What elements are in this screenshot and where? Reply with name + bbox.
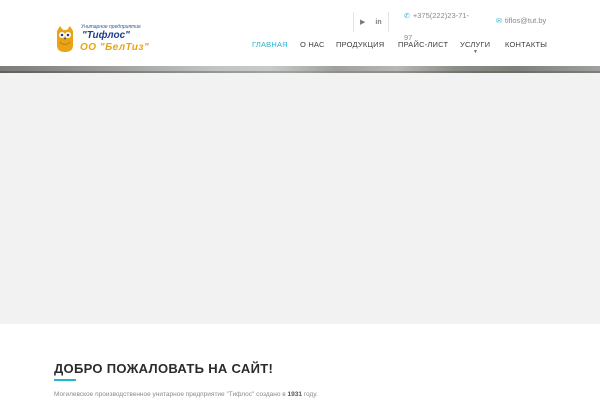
phone-number: +375(222)23-71-97 bbox=[404, 11, 469, 42]
welcome-title: ДОБРО ПОЖАЛОВАТЬ НА САЙТ! bbox=[54, 361, 274, 376]
chevron-down-icon[interactable]: ▼ bbox=[473, 49, 478, 55]
hero-image-strip bbox=[0, 66, 600, 73]
nav-item-contacts[interactable]: КОНТАКТЫ bbox=[505, 40, 547, 49]
welcome-year: 1931 bbox=[287, 391, 303, 398]
welcome-text-before: Могилевское производственное унитарное п… bbox=[54, 391, 286, 398]
linkedin-icon[interactable]: in bbox=[375, 19, 381, 26]
hero-slider bbox=[0, 66, 600, 324]
nav-item-products[interactable]: ПРОДУКЦИЯ bbox=[336, 40, 384, 49]
title-underline bbox=[54, 379, 76, 381]
social-links: ▶ in bbox=[353, 12, 389, 32]
main-nav: ГЛАВНАЯ О НАС ПРОДУКЦИЯ ПРАЙС-ЛИСТ УСЛУГ… bbox=[0, 40, 600, 54]
email-contact[interactable]: ✉ tiflos@tut.by bbox=[496, 16, 546, 25]
welcome-text-after: году. bbox=[303, 391, 318, 398]
nav-item-about[interactable]: О НАС bbox=[300, 40, 325, 49]
welcome-section: ДОБРО ПОЖАЛОВАТЬ НА САЙТ! Могилевское пр… bbox=[0, 324, 600, 400]
nav-item-home[interactable]: ГЛАВНАЯ bbox=[252, 40, 288, 49]
phone-icon: ✆ bbox=[404, 13, 410, 20]
nav-item-pricelist[interactable]: ПРАЙС-ЛИСТ bbox=[398, 40, 448, 49]
youtube-icon[interactable]: ▶ bbox=[360, 19, 365, 26]
email-address: tiflos@tut.by bbox=[504, 16, 547, 25]
site-header: Унитарное предприятие "Тифлос" ОО "БелТи… bbox=[0, 0, 600, 66]
mail-icon: ✉ bbox=[496, 18, 502, 25]
welcome-text: Могилевское производственное унитарное п… bbox=[54, 391, 318, 398]
page: Унитарное предприятие "Тифлос" ОО "БелТи… bbox=[0, 0, 600, 400]
nav-item-services[interactable]: УСЛУГИ bbox=[460, 40, 490, 49]
